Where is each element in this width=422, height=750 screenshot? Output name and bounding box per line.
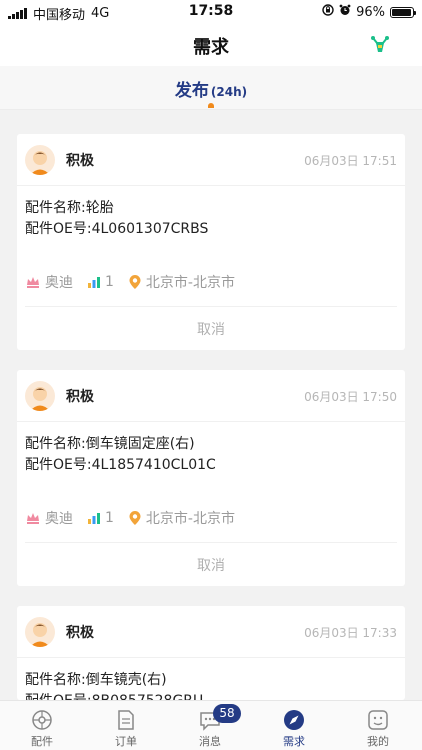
brand-tag: 奥迪 [25,272,73,292]
profile-icon [367,709,389,731]
location-pin-icon [129,275,141,289]
battery-percent: 96% [356,4,385,20]
part-oe: 配件OE号:4L1857410CL01C [25,457,216,473]
status-bar: 中国移动 4G 17:58 96% [0,0,422,24]
status-right: 96% [322,4,416,20]
tab-strip: 发布 (24h) [0,66,422,110]
bottom-tab-messages[interactable]: 消息 58 [168,704,252,749]
user-name: 积极 [66,153,94,169]
post-time: 06月03日 17:33 [304,626,397,640]
page-title: 需求 [193,37,229,58]
car-brand-icon [27,513,39,524]
user-name: 积极 [66,389,94,405]
bottom-tab-label: 消息 [199,735,221,748]
bottom-tab-bar: 配件 订单 消息 58 需求 我的 [0,700,422,750]
part-oe: 配件OE号:8B0857528GRU [25,691,405,700]
avatar [25,617,55,647]
bottom-tab-label: 订单 [115,735,137,748]
card-body[interactable]: 配件名称:轮胎 配件OE号:4L0601307CRBS 奥迪 1 北京市-北京市 [17,186,405,306]
car-brand-icon [27,277,39,288]
location-label: 北京市-北京市 [145,275,235,291]
card-footer: 取消 [25,306,397,350]
bottom-tab-profile[interactable]: 我的 [336,709,420,749]
brand-label: 奥迪 [45,511,73,527]
tab-publish[interactable]: 发布 (24h) [0,76,422,101]
bottom-tab-demand[interactable]: 需求 [252,709,336,749]
demand-card: 积极 06月03日 17:51 配件名称:轮胎 配件OE号:4L0601307C… [17,134,405,350]
card-body[interactable]: 配件名称:倒车镜壳(右) 配件OE号:8B0857528GRU [17,658,405,700]
alarm-icon [339,4,351,20]
tab-publish-sub: (24h) [210,85,248,99]
tab-indicator [208,103,214,108]
card-footer: 取消 [25,542,397,586]
unread-badge: 58 [213,704,241,723]
quantity-label: 1 [105,510,114,526]
card-body[interactable]: 配件名称:倒车镜固定座(右) 配件OE号:4L1857410CL01C 奥迪 1… [17,422,405,542]
card-header: 积极 06月03日 17:33 [17,606,405,658]
order-icon [115,709,137,731]
quantity-icon [88,513,100,524]
brand-label: 奥迪 [45,275,73,291]
demand-card: 积极 06月03日 17:50 配件名称:倒车镜固定座(右) 配件OE号:4L1… [17,370,405,586]
part-name: 配件名称:轮胎 [25,200,114,216]
post-time: 06月03日 17:50 [304,390,397,404]
quantity-icon [88,277,100,288]
avatar [25,145,55,175]
brand-tag: 奥迪 [25,508,73,528]
cancel-button[interactable]: 取消 [25,555,397,575]
parts-icon [31,709,53,731]
tab-publish-label: 发布 [174,81,209,101]
compass-icon [283,709,305,731]
part-name: 配件名称:倒车镜壳(右) [25,672,167,688]
rotation-lock-icon [322,4,334,20]
bottom-tab-label: 需求 [283,735,305,748]
quantity-label: 1 [105,274,114,290]
bottom-tab-orders[interactable]: 订单 [84,709,168,749]
user-name: 积极 [66,625,94,641]
avatar [25,381,55,411]
battery-icon [390,6,416,18]
location-tag: 北京市-北京市 [128,508,235,528]
location-label: 北京市-北京市 [145,511,235,527]
post-time: 06月03日 17:51 [304,154,397,168]
location-tag: 北京市-北京市 [128,272,235,292]
card-header: 积极 06月03日 17:50 [17,370,405,422]
quantity-tag: 1 [87,510,114,526]
card-tags: 奥迪 1 北京市-北京市 [25,508,249,528]
bottom-tab-parts[interactable]: 配件 [0,709,84,749]
demand-card: 积极 06月03日 17:33 配件名称:倒车镜壳(右) 配件OE号:8B085… [17,606,405,700]
nav-bar: 需求 [0,24,422,66]
part-name: 配件名称:倒车镜固定座(右) [25,436,195,452]
filter-icon[interactable] [368,32,392,56]
location-pin-icon [129,511,141,525]
part-oe: 配件OE号:4L0601307CRBS [25,221,209,237]
bottom-tab-label: 配件 [31,735,53,748]
cancel-button[interactable]: 取消 [25,319,397,339]
bottom-tab-label: 我的 [367,735,389,748]
quantity-tag: 1 [87,274,114,290]
card-tags: 奥迪 1 北京市-北京市 [25,272,249,292]
card-header: 积极 06月03日 17:51 [17,134,405,186]
